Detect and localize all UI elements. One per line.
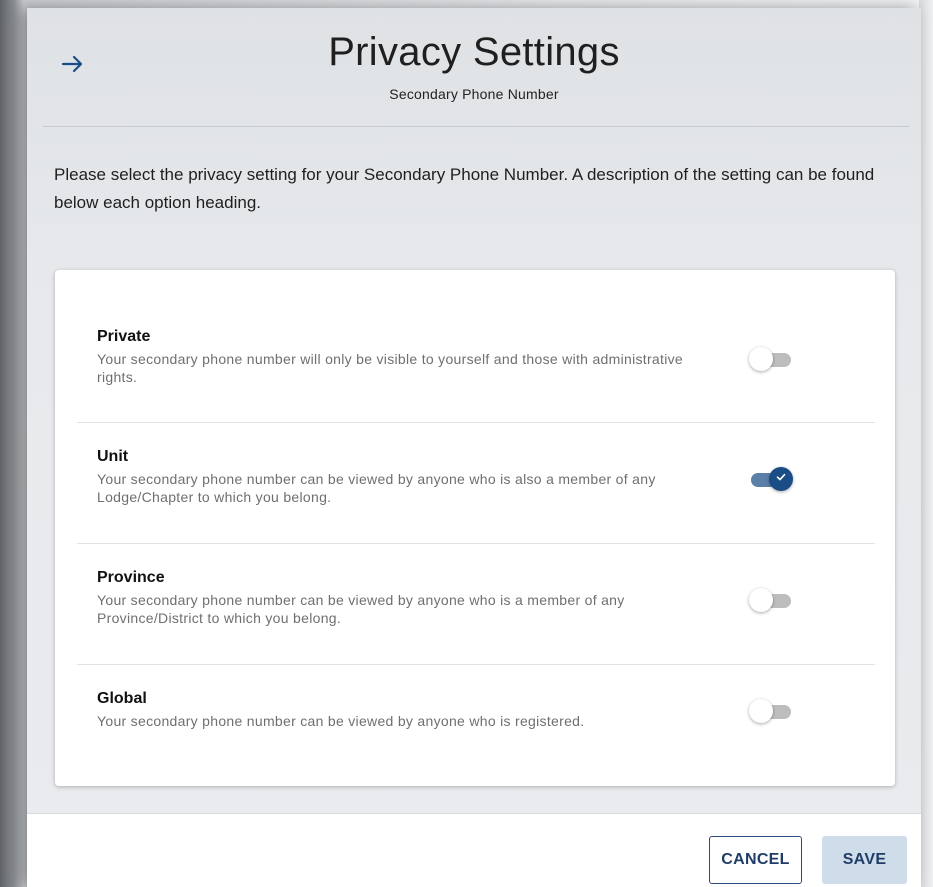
page-title: Privacy Settings (328, 30, 620, 74)
option-title: Unit (97, 448, 129, 465)
cancel-button[interactable]: CANCEL (709, 836, 802, 884)
option-divider (77, 422, 875, 423)
toggle-knob (749, 588, 773, 612)
check-icon (775, 470, 787, 488)
header-divider (43, 126, 909, 127)
save-button[interactable]: SAVE (822, 836, 907, 884)
toggle-private[interactable] (749, 346, 795, 372)
toggle-unit[interactable] (749, 466, 795, 492)
privacy-options-card: Private Your secondary phone number will… (55, 270, 895, 786)
backdrop (919, 0, 933, 887)
privacy-settings-dialog: Privacy Settings Secondary Phone Number … (27, 8, 921, 887)
option-title: Province (97, 569, 165, 586)
option-divider (77, 543, 875, 544)
toggle-global[interactable] (749, 698, 795, 724)
toggle-knob (749, 347, 773, 371)
option-description: Your secondary phone number can be viewe… (97, 592, 625, 626)
instructions-text: Please select the privacy setting for yo… (54, 165, 875, 212)
option-divider (77, 664, 875, 665)
option-description: Your secondary phone number can be viewe… (97, 471, 656, 505)
option-title: Private (97, 328, 151, 345)
dialog-footer: CANCEL SAVE (27, 813, 921, 887)
toggle-knob (749, 699, 773, 723)
option-description: Your secondary phone number can be viewe… (97, 713, 585, 729)
toggle-knob (769, 467, 793, 491)
option-description: Your secondary phone number will only be… (97, 351, 684, 385)
dialog-header: Privacy Settings Secondary Phone Number (27, 8, 921, 126)
toggle-province[interactable] (749, 587, 795, 613)
page-subtitle: Secondary Phone Number (389, 86, 559, 102)
